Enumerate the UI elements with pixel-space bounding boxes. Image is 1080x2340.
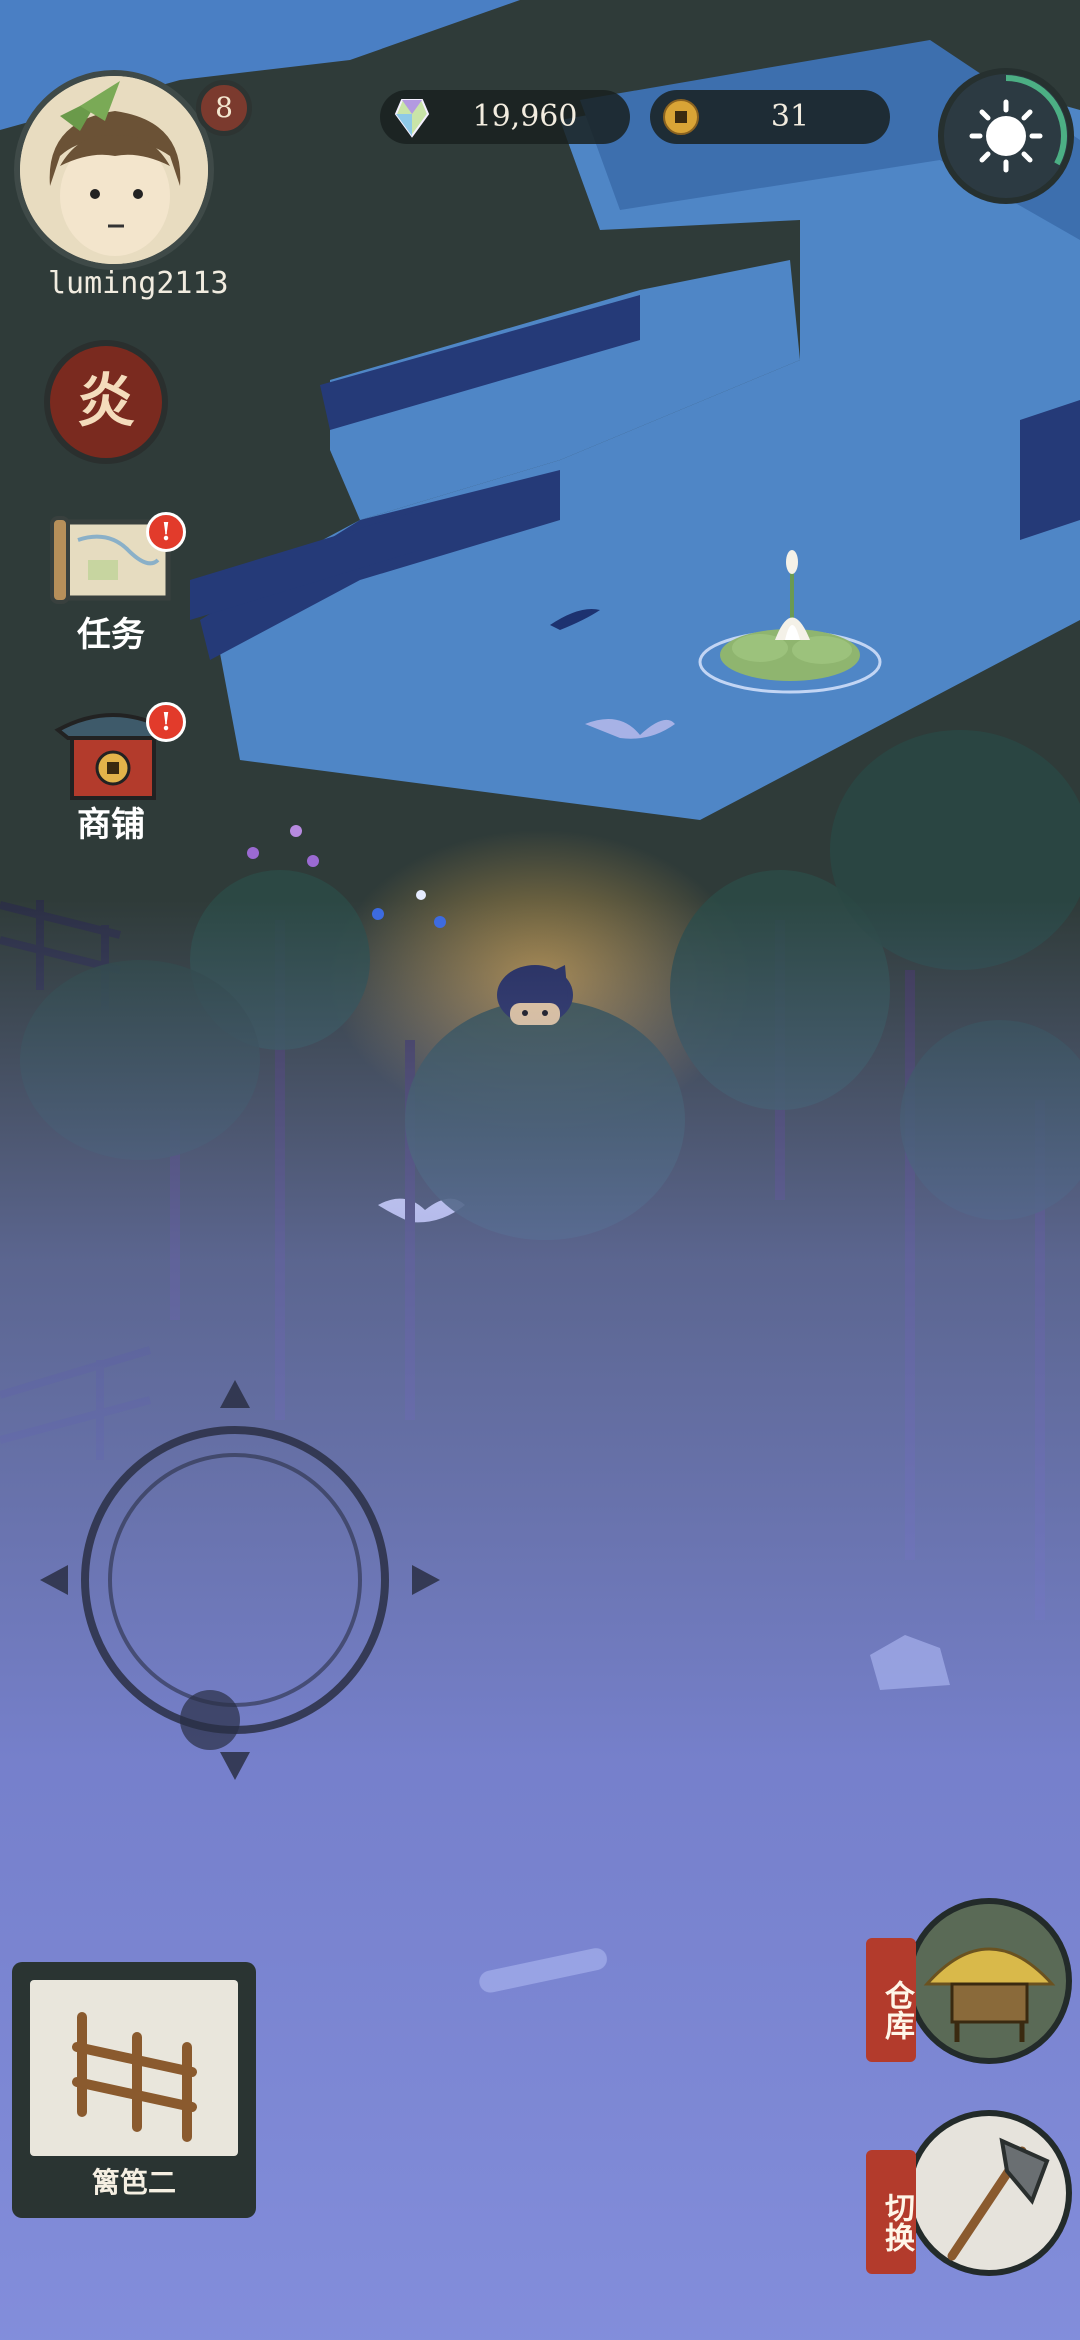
shop-button[interactable]: ! 商铺 <box>26 700 196 850</box>
gem-amount: 19,960 <box>472 99 578 134</box>
switch-label: 切换 <box>866 2150 916 2274</box>
coin-counter[interactable]: 31 <box>650 90 890 144</box>
arrow-up-icon <box>220 1380 250 1408</box>
switch-tool-button[interactable]: 切换 <box>866 2110 1080 2294</box>
quest-button[interactable]: ! 任务 <box>26 510 196 660</box>
arrow-left-icon <box>40 1565 68 1595</box>
shop-label: 商铺 <box>77 805 145 845</box>
player-username: luming2113 <box>48 266 229 301</box>
straw-hut-icon <box>923 1947 1056 2042</box>
shop-alert-badge: ! <box>146 702 186 742</box>
storage-circle <box>906 1898 1072 2064</box>
axe-icon <box>947 2137 1050 2261</box>
fence-icon <box>72 2012 197 2142</box>
coin-amount: 31 <box>770 99 810 134</box>
build-item-slot[interactable]: 篱笆二 <box>12 1962 256 2218</box>
storage-button[interactable]: 仓库 <box>866 1898 1080 2082</box>
arrow-down-icon <box>220 1752 250 1780</box>
gem-counter[interactable]: 19,960 <box>380 90 630 144</box>
sun-gear-icon <box>945 75 1067 197</box>
item-label: 篱笆二 <box>91 2166 176 2199</box>
storage-label: 仓库 <box>866 1938 916 2062</box>
settings-button[interactable] <box>938 68 1074 204</box>
joystick-knob[interactable] <box>180 1690 240 1750</box>
level-badge: 8 <box>196 80 252 136</box>
quest-label: 任务 <box>77 615 145 655</box>
arrow-right-icon <box>412 1565 440 1595</box>
joystick-ring <box>81 1426 389 1734</box>
switch-circle <box>906 2110 1072 2276</box>
player-avatar[interactable] <box>14 70 214 270</box>
gem-icon <box>394 99 430 138</box>
element-badge[interactable]: 炎 <box>44 340 168 464</box>
quest-alert-badge: ! <box>146 512 186 552</box>
coin-icon <box>663 99 699 135</box>
virtual-joystick[interactable] <box>40 1380 440 1780</box>
